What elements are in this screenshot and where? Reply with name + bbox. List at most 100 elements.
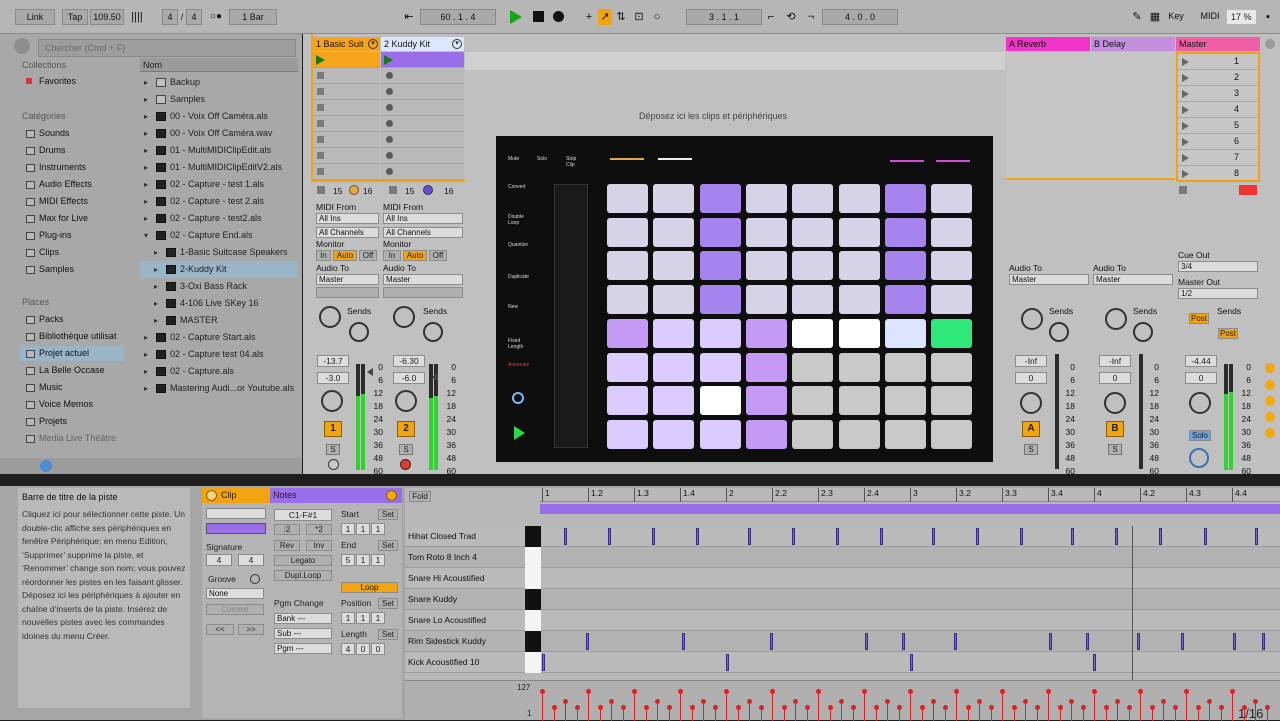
track-2-output-channel[interactable] [383, 287, 463, 298]
file-row[interactable]: ▸ 02 - Capture test 04.als [140, 346, 298, 363]
scene-launch-icon[interactable] [1182, 106, 1189, 114]
clip-record-icon[interactable] [386, 136, 393, 143]
track-2-volume-field[interactable]: -6.30 [393, 355, 425, 367]
velocity-handle[interactable] [1000, 689, 1005, 694]
velocity-handle[interactable] [770, 689, 775, 694]
midi-note[interactable] [1071, 528, 1075, 545]
clip-color-select[interactable] [206, 523, 266, 534]
midi-note[interactable] [1159, 528, 1163, 545]
velocity-handle[interactable] [1218, 705, 1224, 710]
loop-length-field[interactable]: 4 . 0 . 0 [822, 9, 898, 25]
program-select[interactable]: Pgm --- [274, 643, 332, 654]
track-2-input-select[interactable]: All Ins [383, 213, 463, 224]
place-packs[interactable]: Packs [39, 314, 64, 324]
track-2-solo-button[interactable]: S [399, 444, 413, 455]
file-row[interactable]: ▸ 02 - Capture Start.als [140, 329, 298, 346]
category-sounds[interactable]: Sounds [39, 128, 70, 138]
velocity-handle[interactable] [1023, 699, 1028, 704]
velocity-handle[interactable] [839, 699, 844, 704]
expand-icon[interactable]: ▸ [144, 159, 148, 176]
piano-key[interactable] [525, 631, 541, 652]
song-position[interactable]: 60 . 1 . 4 [420, 9, 496, 25]
sub-bank-select[interactable]: Sub --- [274, 628, 332, 639]
end-field[interactable]: 1 [356, 554, 370, 566]
track-2-menu-icon[interactable]: ▾ [452, 39, 462, 49]
velocity-handle[interactable] [816, 689, 821, 694]
groove-select[interactable]: None [206, 588, 264, 599]
expand-icon[interactable]: ▸ [144, 193, 148, 210]
track-1-monitor-in[interactable]: In [316, 250, 331, 261]
return-b-pan-knob[interactable] [1104, 392, 1126, 414]
midi-note[interactable] [652, 528, 656, 545]
velocity-stem[interactable] [1186, 691, 1187, 721]
velocity-handle[interactable] [942, 705, 948, 710]
session-record-icon[interactable]: ○ [650, 9, 664, 25]
expand-icon[interactable]: ▸ [144, 329, 148, 346]
midi-note[interactable] [696, 528, 700, 545]
midi-note[interactable] [1137, 633, 1141, 650]
track-2-title-bar[interactable]: 2 Kuddy Kit ▾ [381, 37, 464, 51]
note-lane[interactable]: Snare Hi Acoustified [405, 568, 1280, 589]
signature-denominator[interactable]: 4 [186, 9, 202, 25]
file-row[interactable]: ▸ 02 - Capture - test 1.als [140, 176, 298, 193]
velocity-handle[interactable] [1069, 699, 1074, 704]
velocity-handle[interactable] [1195, 705, 1201, 710]
file-row[interactable]: ▸ Samples [140, 91, 298, 108]
expand-icon[interactable]: ▸ [144, 91, 148, 108]
automation-arm-icon[interactable]: ↗ [598, 9, 612, 25]
piano-key[interactable] [525, 610, 541, 631]
velocity-handle[interactable] [1092, 689, 1097, 694]
mixer-toggle-icon[interactable] [1265, 412, 1275, 422]
master-out-select[interactable]: 1/2 [1178, 288, 1258, 299]
end-field[interactable]: 1 [371, 554, 385, 566]
velocity-handle[interactable] [850, 705, 856, 710]
velocity-handle[interactable] [827, 705, 833, 710]
velocity-handle[interactable] [701, 699, 706, 704]
track-2-output-select[interactable]: Master [383, 274, 463, 285]
velocity-handle[interactable] [735, 705, 741, 710]
punch-out-icon[interactable]: ¬ [802, 9, 820, 25]
return-a-pan-field[interactable]: 0 [1015, 372, 1047, 384]
note-lane[interactable]: Kick Acoustified 10 [405, 652, 1280, 673]
track-1-stop-icon[interactable] [317, 186, 325, 194]
midi-note[interactable] [975, 528, 979, 545]
piano-key[interactable] [525, 652, 541, 673]
velocity-stem[interactable] [1232, 691, 1233, 721]
track-2-fader-thumb-icon[interactable] [432, 373, 438, 381]
track-2-send-b-knob[interactable] [423, 322, 443, 342]
track-1-solo-button[interactable]: S [326, 444, 340, 455]
follow-icon[interactable]: ⇤ [400, 9, 418, 25]
velocity-handle[interactable] [919, 705, 925, 710]
stop-button[interactable] [533, 11, 544, 22]
place-music[interactable]: Music [39, 382, 63, 392]
velocity-handle[interactable] [1184, 689, 1189, 694]
file-row[interactable]: ▸ 4-106 Live SKey 16 [140, 295, 298, 312]
velocity-handle[interactable] [1172, 705, 1178, 710]
clip-stop-icon[interactable] [317, 120, 324, 127]
collection-favorites[interactable]: Favorites [39, 76, 76, 86]
file-row[interactable]: ▸ 00 - Voix Off Caméra.wav [140, 125, 298, 142]
start-field[interactable]: 1 [341, 523, 355, 535]
scene-launch-icon[interactable] [1182, 170, 1189, 178]
midi-note[interactable] [564, 528, 568, 545]
return-a-solo-button[interactable]: S [1024, 444, 1038, 455]
clip-play-icon[interactable] [316, 55, 325, 65]
track-1-arm-button[interactable] [328, 459, 339, 470]
master-pan-knob[interactable] [1189, 392, 1211, 414]
midi-note[interactable] [747, 528, 751, 545]
track-1-monitor-off[interactable]: Off [359, 250, 377, 261]
velocity-handle[interactable] [1149, 705, 1155, 710]
clip-stop-icon[interactable] [317, 168, 324, 175]
track-1-channel-select[interactable]: All Channels [316, 227, 379, 238]
expand-icon[interactable]: ▸ [144, 74, 148, 91]
clip-stop-icon[interactable] [317, 152, 324, 159]
metronome-icon[interactable]: ○● [205, 9, 227, 25]
play-button[interactable] [510, 10, 522, 24]
velocity-stem[interactable] [795, 701, 796, 721]
velocity-editor[interactable]: 127 1 [405, 680, 1280, 721]
clip-signature-denominator[interactable]: 4 [238, 554, 264, 566]
commit-button[interactable]: Commit [206, 604, 264, 615]
master-volume-field[interactable]: -4.44 [1185, 355, 1217, 367]
return-b-pan-field[interactable]: 0 [1099, 372, 1131, 384]
velocity-stem[interactable] [864, 691, 865, 721]
